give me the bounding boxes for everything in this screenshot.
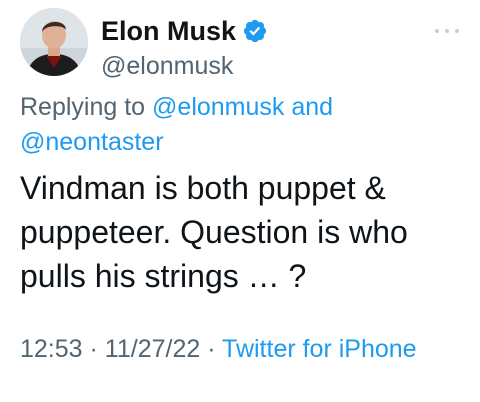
tweet-date[interactable]: 11/27/22 [105,335,200,363]
tweet-source[interactable]: Twitter for iPhone [222,335,417,363]
reply-mention-neontaster[interactable]: @neontaster [20,128,164,156]
user-avatar-photo-icon [20,8,88,76]
avatar[interactable] [20,8,88,76]
reply-conjunction: and [291,93,334,121]
tweet-time[interactable]: 12:53 [20,335,83,363]
tweet-card: Elon Musk @elonmusk Replying to @elonmus… [0,0,480,402]
meta-separator-2: · [207,335,216,363]
verified-badge-icon [243,19,267,43]
replying-to-line: Replying to @elonmusk and @neontaster [20,90,460,160]
tweet-text: Vindman is both puppet & puppeteer. Ques… [20,170,408,294]
replying-to-prefix: Replying to [20,93,146,121]
display-name[interactable]: Elon Musk [101,14,268,48]
meta-separator: · [89,335,98,363]
tweet-meta: 12:53 · 11/27/22 · Twitter for iPhone [20,333,440,366]
reply-mention-elonmusk[interactable]: @elonmusk [152,93,284,121]
user-handle[interactable]: @elonmusk [101,50,233,82]
display-name-text: Elon Musk [101,16,237,46]
more-dots-icon[interactable] [432,26,462,36]
